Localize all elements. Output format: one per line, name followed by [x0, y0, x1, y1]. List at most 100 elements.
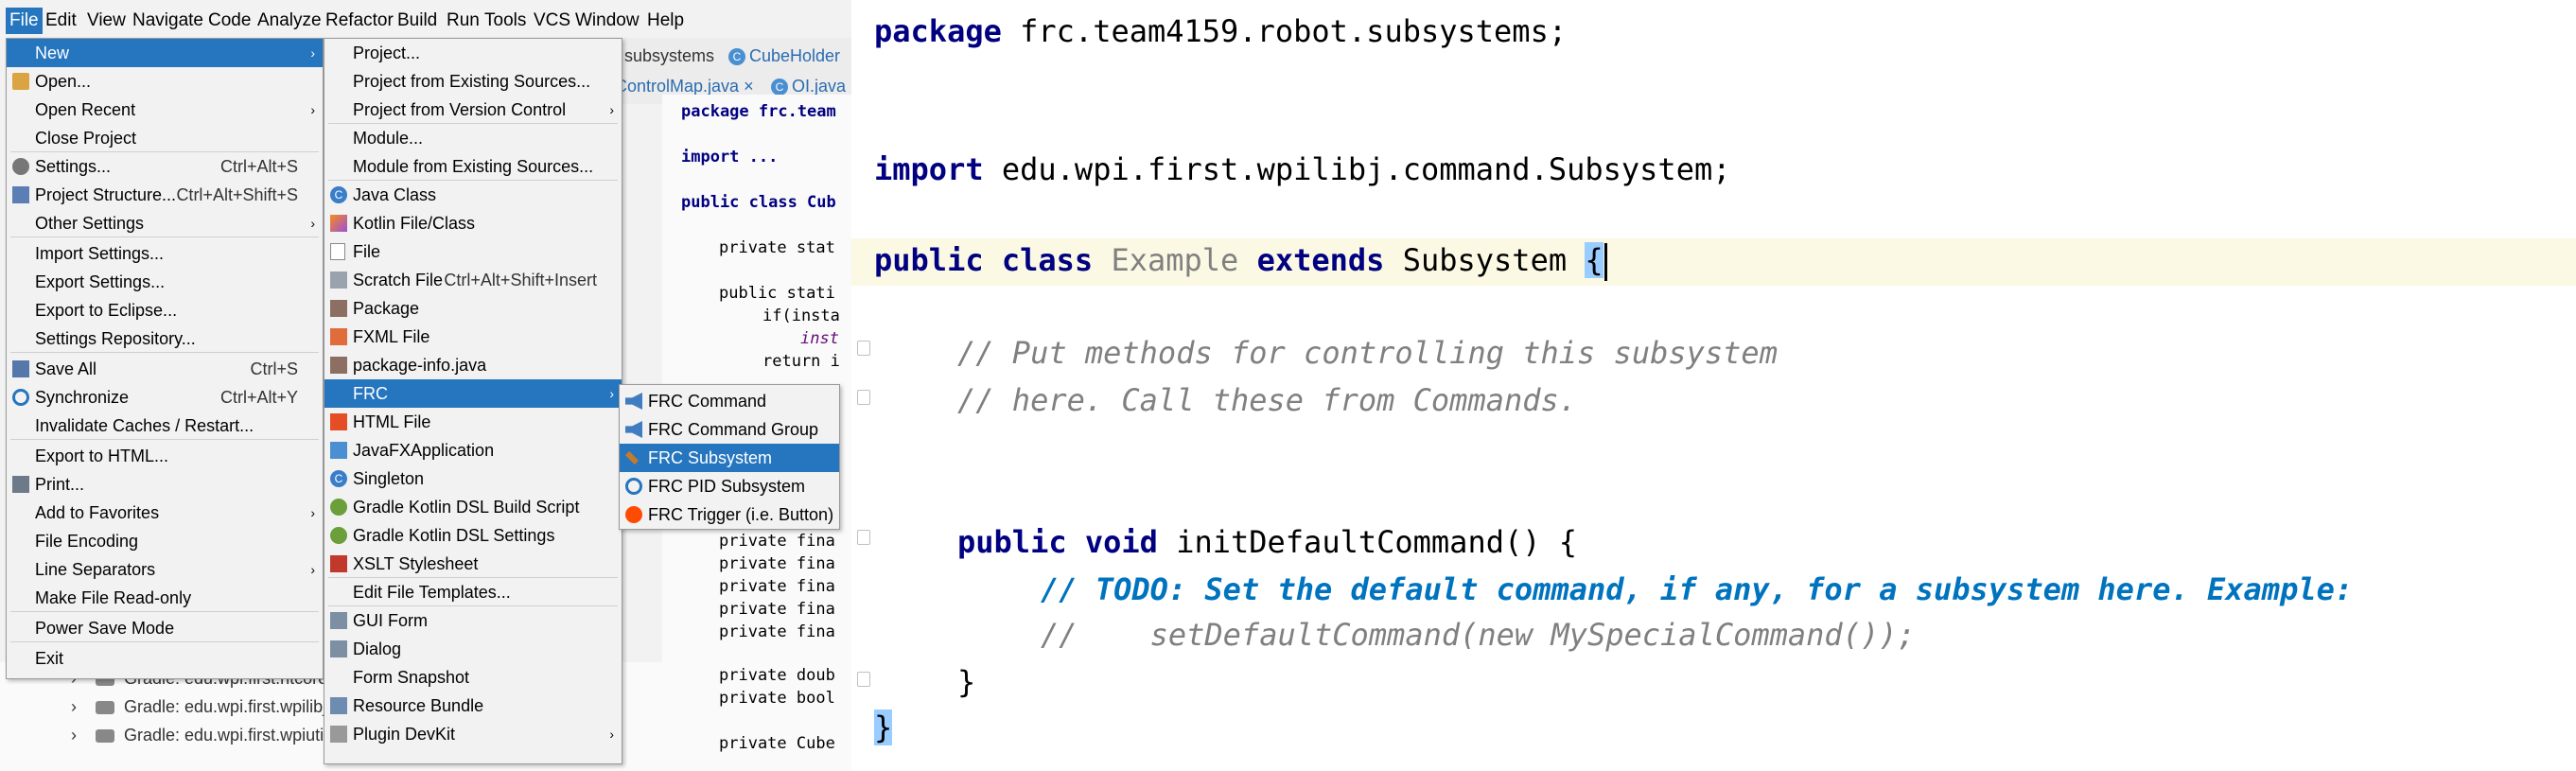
menu-item-project-structure[interactable]: Project Structure... Ctrl+Alt+Shift+S [7, 181, 323, 209]
menu-item-frc-trigger-i-e-button[interactable]: FRC Trigger (i.e. Button) [620, 500, 839, 529]
code-editor[interactable]: package frc.team4159.robot.subsystems; i… [851, 0, 2576, 771]
menu-item-package[interactable]: Package [324, 294, 622, 323]
menu-item-resource-bundle[interactable]: Resource Bundle [324, 692, 622, 720]
menu-item-label: New [35, 44, 70, 62]
menu-analyze[interactable]: Analyze [254, 8, 325, 34]
menu-item-frc[interactable]: FRC › [324, 379, 622, 408]
menu-item-project-from-version-control[interactable]: Project from Version Control › [324, 96, 622, 124]
menu-item-project-from-existing-sources[interactable]: Project from Existing Sources... [324, 67, 622, 96]
breadcrumb-subsystems[interactable]: subsystems [624, 42, 714, 70]
menu-item-save-all[interactable]: Save All Ctrl+S [7, 355, 323, 383]
fold-marker-icon[interactable] [857, 672, 870, 687]
menu-file[interactable]: File [6, 8, 43, 34]
library-icon [96, 701, 114, 715]
menu-item-gradle-kotlin-dsl-build-script[interactable]: Gradle Kotlin DSL Build Script [324, 493, 622, 521]
menu-item-fxml-file[interactable]: FXML File [324, 323, 622, 351]
menu-navigate[interactable]: Navigate [129, 8, 207, 34]
menu-item-exit[interactable]: Exit [7, 644, 323, 673]
menu-item-print[interactable]: Print... [7, 470, 323, 499]
menu-item-label: Print... [35, 475, 85, 494]
menu-item-label: Invalidate Caches / Restart... [35, 416, 254, 435]
menu-item-frc-pid-subsystem[interactable]: FRC PID Subsystem [620, 472, 839, 500]
chevron-right-icon[interactable]: › [71, 697, 77, 716]
menu-item-frc-command[interactable]: FRC Command [620, 387, 839, 415]
menu-item-gui-form[interactable]: GUI Form [324, 606, 622, 635]
menu-item-invalidate-caches-restart[interactable]: Invalidate Caches / Restart... [7, 412, 323, 440]
menu-item-close-project[interactable]: Close Project [7, 124, 323, 152]
menu-item-label: Make File Read-only [35, 588, 192, 607]
menu-item-singleton[interactable]: C Singleton [324, 464, 622, 493]
tree-item[interactable]: › Gradle: edu.wpi.first.wpiuti [71, 721, 324, 749]
menu-item-label: Export to Eclipse... [35, 301, 178, 320]
menu-item-label: Module from Existing Sources... [353, 157, 594, 176]
menu-code[interactable]: Code [204, 8, 254, 34]
java-class-icon: C [330, 470, 347, 487]
menu-item-settings[interactable]: Settings... Ctrl+Alt+S [7, 152, 323, 181]
menu-item-module-from-existing-sources[interactable]: Module from Existing Sources... [324, 152, 622, 181]
menu-item-kotlin-file-class[interactable]: Kotlin File/Class [324, 209, 622, 237]
file-menu: New › Open... Open Recent › Close Project Sett… [6, 38, 324, 679]
command-icon [625, 421, 642, 438]
menu-item-power-save-mode[interactable]: Power Save Mode [7, 614, 323, 642]
menu-window[interactable]: Window [571, 8, 643, 34]
menu-item-dialog[interactable]: Dialog [324, 635, 622, 663]
menu-run[interactable]: Run [443, 8, 483, 34]
menu-vcs[interactable]: VCS [530, 8, 574, 34]
fold-marker-icon[interactable] [857, 341, 870, 356]
menu-item-gradle-kotlin-dsl-settings[interactable]: Gradle Kotlin DSL Settings [324, 521, 622, 550]
menu-item-html-file[interactable]: HTML File [324, 408, 622, 436]
ide-window: File Edit View Navigate Code Analyze Ref… [0, 0, 851, 771]
menu-item-file[interactable]: File [324, 237, 622, 266]
menu-edit[interactable]: Edit [42, 8, 80, 34]
menu-item-add-to-favorites[interactable]: Add to Favorites › [7, 499, 323, 527]
menu-tools[interactable]: Tools [481, 8, 530, 34]
menu-item-export-to-eclipse[interactable]: Export to Eclipse... [7, 296, 323, 324]
menu-item-xslt-stylesheet[interactable]: XSLT Stylesheet [324, 550, 622, 578]
menu-item-label: Open Recent [35, 100, 136, 119]
menu-item-package-info-java[interactable]: package-info.java [324, 351, 622, 379]
chevron-right-icon[interactable]: › [71, 726, 77, 745]
menu-item-line-separators[interactable]: Line Separators › [7, 555, 323, 584]
menu-item-label: FRC Command Group [648, 420, 819, 439]
fold-marker-icon[interactable] [857, 530, 870, 545]
menu-build[interactable]: Build [394, 8, 441, 34]
menu-item-java-class[interactable]: C Java Class [324, 181, 622, 209]
menu-item-scratch-file[interactable]: Scratch File Ctrl+Alt+Shift+Insert [324, 266, 622, 294]
menu-item-settings-repository[interactable]: Settings Repository... [7, 324, 323, 353]
menu-refactor[interactable]: Refactor [322, 8, 397, 34]
menu-item-javafxapplication[interactable]: JavaFXApplication [324, 436, 622, 464]
class-icon: C [771, 79, 788, 96]
menu-item-open-recent[interactable]: Open Recent › [7, 96, 323, 124]
menu-item-frc-subsystem[interactable]: FRC Subsystem [620, 444, 839, 472]
menu-item-plugin-devkit[interactable]: Plugin DevKit › [324, 720, 622, 748]
menu-item-frc-command-group[interactable]: FRC Command Group [620, 415, 839, 444]
menu-item-make-file-read-only[interactable]: Make File Read-only [7, 584, 323, 612]
menu-item-open[interactable]: Open... [7, 67, 323, 96]
menu-item-module[interactable]: Module... [324, 124, 622, 152]
menu-view[interactable]: View [83, 8, 130, 34]
menu-item-form-snapshot[interactable]: Form Snapshot [324, 663, 622, 692]
close-icon[interactable]: × [744, 77, 754, 96]
submenu-arrow-icon: › [310, 505, 315, 520]
menu-item-synchronize[interactable]: Synchronize Ctrl+Alt+Y [7, 383, 323, 412]
trigger-icon [625, 506, 642, 523]
tree-item[interactable]: › Gradle: edu.wpi.first.wpilibj [71, 692, 326, 721]
menu-help[interactable]: Help [643, 8, 688, 34]
code-line: private stat [719, 238, 835, 257]
shortcut-label: Ctrl+Alt+Shift+S [176, 185, 298, 204]
matched-brace: { [1585, 242, 1603, 278]
menu-item-label: package-info.java [353, 356, 487, 375]
menu-item-label: Project... [353, 44, 421, 62]
tab-cubeholder[interactable]: C CubeHolder [728, 42, 840, 70]
menu-item-new[interactable]: New › [7, 39, 323, 67]
menu-item-other-settings[interactable]: Other Settings › [7, 209, 323, 237]
menu-item-edit-file-templates[interactable]: Edit File Templates... [324, 578, 622, 606]
shortcut-label: Ctrl+S [250, 359, 298, 378]
fold-marker-icon[interactable] [857, 390, 870, 405]
menu-item-file-encoding[interactable]: File Encoding [7, 527, 323, 555]
menu-item-export-settings[interactable]: Export Settings... [7, 268, 323, 296]
menu-item-label: GUI Form [353, 611, 428, 630]
menu-item-project[interactable]: Project... [324, 39, 622, 67]
menu-item-export-to-html[interactable]: Export to HTML... [7, 442, 323, 470]
menu-item-import-settings[interactable]: Import Settings... [7, 239, 323, 268]
